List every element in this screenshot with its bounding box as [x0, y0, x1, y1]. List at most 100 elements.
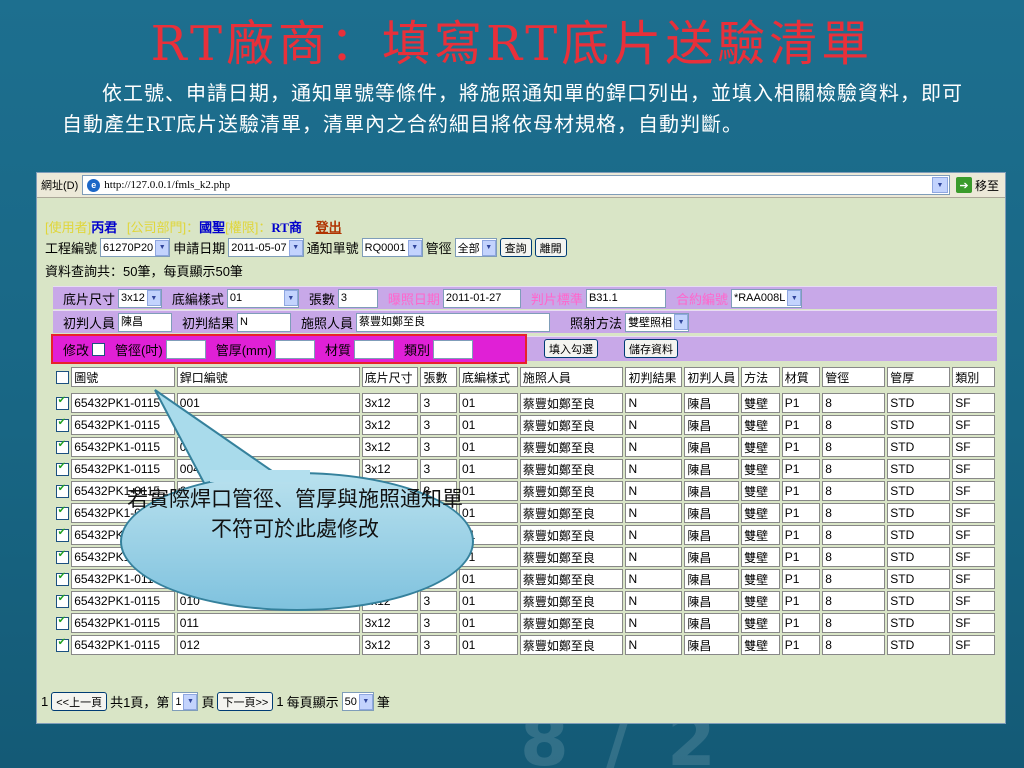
table-cell[interactable]: N [625, 503, 683, 523]
first-judge-input[interactable]: 陳昌 [118, 312, 173, 332]
table-cell[interactable]: SF [952, 415, 995, 435]
table-cell[interactable]: 011 [176, 613, 360, 633]
table-cell[interactable]: STD [887, 503, 951, 523]
table-cell[interactable]: N [625, 393, 683, 413]
table-cell[interactable]: 3x12 [361, 415, 419, 435]
table-cell[interactable]: N [625, 525, 683, 545]
row-checkbox[interactable] [55, 637, 69, 653]
table-cell[interactable]: N [625, 613, 683, 633]
table-cell[interactable]: 012 [176, 635, 360, 655]
table-cell[interactable]: 65432PK1-0115 [71, 613, 175, 633]
table-cell[interactable]: 8 [822, 415, 886, 435]
table-cell[interactable]: 8 [822, 547, 886, 567]
table-cell[interactable]: 陳昌 [684, 635, 740, 655]
row-checkbox[interactable] [55, 395, 69, 411]
table-cell[interactable]: N [625, 591, 683, 611]
table-cell[interactable]: 蔡豐如鄭至良 [519, 393, 624, 413]
table-cell[interactable]: 陳昌 [684, 569, 740, 589]
table-cell[interactable]: P1 [781, 459, 821, 479]
table-cell[interactable]: N [625, 415, 683, 435]
table-cell[interactable]: 01 [458, 613, 518, 633]
table-cell[interactable]: 蔡豐如鄭至良 [519, 635, 624, 655]
mod-category-input[interactable] [433, 339, 474, 359]
mod-thick-input[interactable] [275, 339, 316, 359]
table-cell[interactable]: 8 [822, 393, 886, 413]
prev-page-button[interactable]: <<上一頁 [51, 692, 108, 711]
table-cell[interactable]: 3x12 [361, 635, 419, 655]
table-cell[interactable]: SF [952, 503, 995, 523]
table-cell[interactable]: 雙壁 [741, 569, 780, 589]
table-cell[interactable]: 雙壁 [741, 635, 780, 655]
table-cell[interactable]: STD [887, 459, 951, 479]
operator-input[interactable]: 蔡豐如鄭至良 [356, 312, 551, 332]
table-cell[interactable]: 3x12 [361, 393, 419, 413]
row-checkbox[interactable] [55, 571, 69, 587]
table-cell[interactable]: P1 [781, 635, 821, 655]
table-cell[interactable]: STD [887, 613, 951, 633]
next-page-button[interactable]: 下一頁>> [217, 692, 274, 711]
table-cell[interactable]: P1 [781, 437, 821, 457]
address-input[interactable]: e http://127.0.0.1/fmls_k2.php ▼ [82, 175, 950, 195]
exposure-date-input[interactable]: 2011-01-27 [442, 288, 521, 308]
table-cell[interactable]: SF [952, 437, 995, 457]
table-cell[interactable]: 蔡豐如鄭至良 [519, 459, 624, 479]
table-cell[interactable]: N [625, 635, 683, 655]
table-cell[interactable]: 8 [822, 525, 886, 545]
table-cell[interactable]: P1 [781, 591, 821, 611]
table-cell[interactable]: 3x12 [361, 613, 419, 633]
table-cell[interactable]: SF [952, 591, 995, 611]
project-select[interactable]: 61270P20 ▼ [100, 238, 171, 257]
table-cell[interactable]: 雙壁 [741, 525, 780, 545]
table-cell[interactable]: 雙壁 [741, 547, 780, 567]
row-checkbox[interactable] [55, 505, 69, 521]
table-cell[interactable]: P1 [781, 613, 821, 633]
logout-link[interactable]: 登出 [316, 220, 342, 235]
per-page-select[interactable]: 50 ▼ [341, 692, 374, 711]
table-cell[interactable]: 蔡豐如鄭至良 [519, 437, 624, 457]
row-checkbox[interactable] [55, 527, 69, 543]
table-cell[interactable]: 陳昌 [684, 481, 740, 501]
first-result-input[interactable]: N [237, 312, 292, 332]
row-checkbox[interactable] [55, 483, 69, 499]
table-cell[interactable]: 01 [458, 393, 518, 413]
table-cell[interactable]: STD [887, 547, 951, 567]
table-cell[interactable]: 8 [822, 481, 886, 501]
table-cell[interactable]: 雙壁 [741, 613, 780, 633]
table-cell[interactable]: 8 [822, 503, 886, 523]
table-cell[interactable]: 陳昌 [684, 393, 740, 413]
table-cell[interactable]: SF [952, 459, 995, 479]
table-cell[interactable]: 蔡豐如鄭至良 [519, 415, 624, 435]
standard-input[interactable]: B31.1 [585, 288, 666, 308]
mod-material-input[interactable] [354, 339, 395, 359]
table-cell[interactable]: 陳昌 [684, 525, 740, 545]
table-cell[interactable]: 陳昌 [684, 503, 740, 523]
table-cell[interactable]: SF [952, 569, 995, 589]
table-cell[interactable]: 3 [420, 415, 457, 435]
table-cell[interactable]: 蔡豐如鄭至良 [519, 569, 624, 589]
table-cell[interactable]: 01 [458, 459, 518, 479]
table-cell[interactable]: 01 [458, 437, 518, 457]
pipe-select[interactable]: 全部 ▼ [454, 238, 497, 257]
table-cell[interactable]: P1 [781, 393, 821, 413]
table-cell[interactable]: P1 [781, 415, 821, 435]
table-cell[interactable]: 8 [822, 613, 886, 633]
table-cell[interactable]: 雙壁 [741, 415, 780, 435]
table-cell[interactable]: 蔡豐如鄭至良 [519, 613, 624, 633]
select-all-checkbox[interactable] [55, 371, 69, 385]
table-cell[interactable]: 8 [822, 635, 886, 655]
row-checkbox[interactable] [55, 549, 69, 565]
table-cell[interactable]: 01 [458, 415, 518, 435]
row-checkbox[interactable] [55, 461, 69, 477]
row-checkbox[interactable] [55, 593, 69, 609]
table-cell[interactable]: N [625, 437, 683, 457]
table-cell[interactable]: SF [952, 525, 995, 545]
table-cell[interactable]: P1 [781, 481, 821, 501]
table-cell[interactable]: 蔡豐如鄭至良 [519, 591, 624, 611]
film-size-select[interactable]: 3x12 ▼ [118, 288, 162, 308]
table-cell[interactable]: 陳昌 [684, 547, 740, 567]
table-cell[interactable]: 雙壁 [741, 503, 780, 523]
date-select[interactable]: 2011-05-07 ▼ [228, 238, 304, 257]
table-cell[interactable]: SF [952, 635, 995, 655]
table-cell[interactable]: 陳昌 [684, 613, 740, 633]
row-checkbox[interactable] [55, 417, 69, 433]
